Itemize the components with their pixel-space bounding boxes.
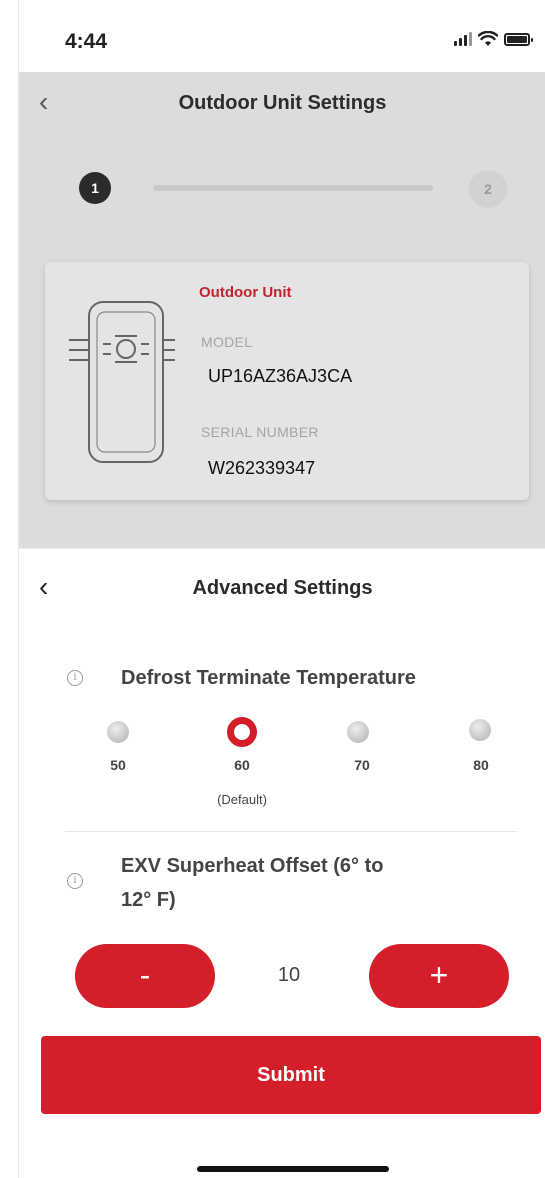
defrost-option-70-label: 70 (354, 757, 370, 773)
step-2-indicator: 2 (469, 170, 507, 208)
exv-info-icon[interactable]: i (67, 873, 83, 889)
step-1-indicator: 1 (79, 172, 111, 204)
serial-number-value: W262339347 (208, 458, 316, 478)
divider (65, 831, 517, 832)
sheet-title: Advanced Settings (192, 577, 373, 599)
default-note: (Default) (217, 792, 267, 807)
page-title: Outdoor Unit Settings (178, 92, 387, 114)
defrost-option-80-radio[interactable] (469, 719, 491, 741)
defrost-option-50-radio[interactable] (107, 721, 129, 743)
background-header: ‹ Outdoor Unit Settings (19, 72, 545, 134)
defrost-setting-title: Defrost Terminate Temperature (121, 667, 416, 689)
home-indicator (197, 1166, 389, 1172)
status-icons (454, 31, 533, 47)
battery-icon (504, 32, 533, 46)
defrost-option-60-radio[interactable] (227, 717, 257, 747)
progress-stepper: 1 2 (19, 160, 545, 216)
unit-type-label: Outdoor Unit (199, 284, 292, 301)
defrost-option-50-label: 50 (110, 757, 126, 773)
defrost-info-icon[interactable]: i (67, 670, 83, 686)
unit-info-card: Outdoor Unit MODEL UP16AZ36AJ3CA SERIAL … (45, 262, 529, 500)
status-time: 4:44 (65, 30, 108, 53)
exv-setting-title-line1: EXV Superheat Offset (6° to (121, 855, 384, 877)
exv-setting-title-line2: 12° F) (121, 889, 176, 911)
submit-button[interactable]: Submit (41, 1036, 541, 1114)
status-bar: 4:44 (19, 0, 545, 72)
serial-number-label: SERIAL NUMBER (201, 424, 319, 440)
decrement-button[interactable]: - (75, 944, 215, 1008)
signal-icon (454, 32, 472, 46)
increment-button[interactable]: + (369, 944, 509, 1008)
defrost-option-80-label: 80 (473, 757, 489, 773)
step-progress-line (153, 185, 433, 191)
model-label: MODEL (201, 334, 253, 350)
model-value: UP16AZ36AJ3CA (208, 366, 353, 386)
exv-offset-value: 10 (277, 964, 301, 986)
phone-screen: 4:44 ‹ Outdoor Unit Settings 1 2 Outdoor… (18, 0, 545, 1178)
wifi-icon (478, 31, 498, 46)
defrost-option-60-label: 60 (234, 757, 250, 773)
outdoor-unit-icon (69, 301, 175, 463)
defrost-option-70-radio[interactable] (347, 721, 369, 743)
